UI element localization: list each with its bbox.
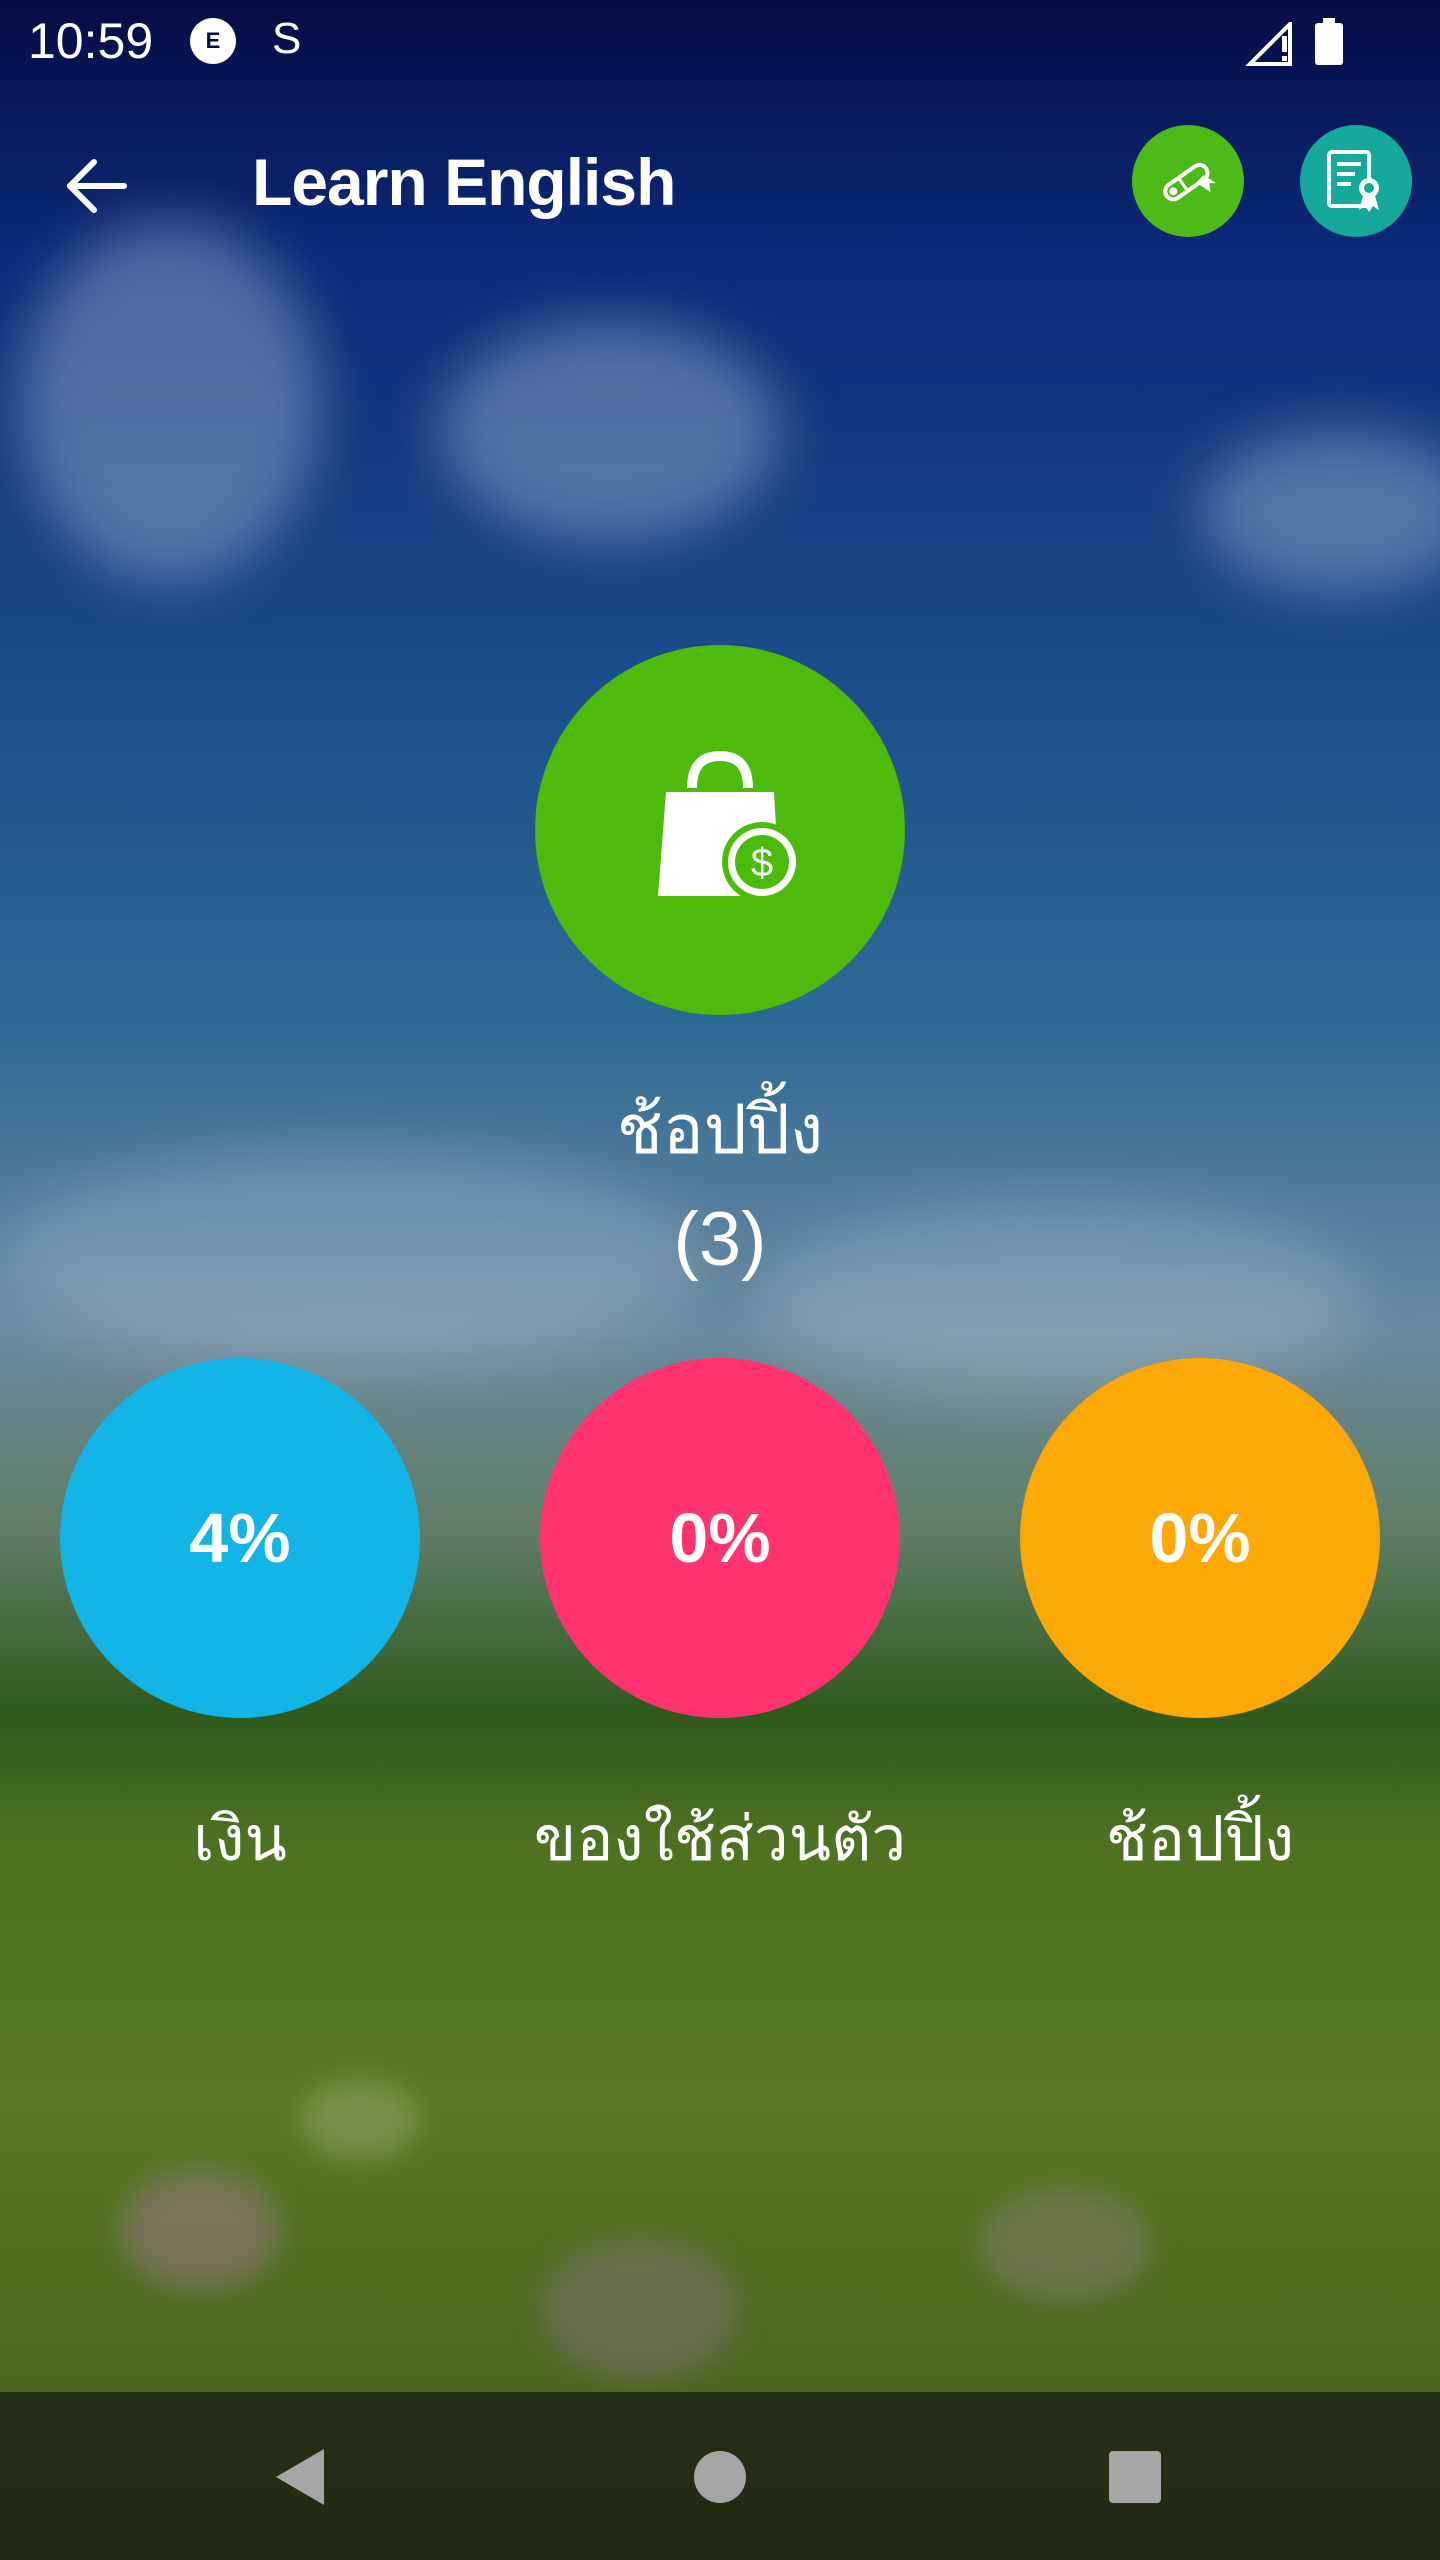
signal-alert-icon xyxy=(1244,19,1294,70)
category-name: ช้อปปิ้ง xyxy=(616,1091,824,1170)
e-chat-icon: E xyxy=(190,18,236,64)
progress-value: 0% xyxy=(669,1499,771,1577)
nav-recents-button[interactable] xyxy=(1090,2432,1180,2522)
progress-value: 0% xyxy=(1149,1499,1251,1577)
system-nav-bar xyxy=(0,2392,1440,2560)
battery-icon xyxy=(1314,18,1344,70)
progress-value: 4% xyxy=(189,1499,291,1577)
nav-home-button[interactable] xyxy=(675,2432,765,2522)
lesson-progress-money[interactable]: 4% xyxy=(60,1358,420,1718)
lesson-label-shopping: ช้อปปิ้ง xyxy=(1105,1802,1295,1875)
status-time: 10:59 xyxy=(28,13,154,69)
diploma-icon xyxy=(1163,162,1217,202)
arrow-left-icon xyxy=(67,159,127,213)
category-count: (3) xyxy=(673,1197,767,1282)
back-button[interactable] xyxy=(56,146,136,226)
triangle-back-icon xyxy=(276,2449,324,2505)
circle-home-icon xyxy=(694,2451,746,2503)
lesson-label-money: เงิน xyxy=(193,1802,287,1875)
diploma-button[interactable] xyxy=(1132,125,1244,237)
square-recents-icon xyxy=(1109,2451,1161,2503)
category-icon-circle: $ xyxy=(535,645,905,1015)
s-app-icon: S xyxy=(272,14,302,63)
certificate-button[interactable] xyxy=(1300,125,1412,237)
shopping-bag-dollar-icon: $ xyxy=(658,750,802,902)
certificate-icon xyxy=(1327,150,1379,212)
app-bar: Learn English xyxy=(0,100,1440,270)
lesson-progress-shopping[interactable]: 0% xyxy=(1020,1358,1380,1718)
svg-text:$: $ xyxy=(751,841,773,885)
status-bar: 10:59 E S xyxy=(0,0,1440,84)
nav-back-button[interactable] xyxy=(255,2432,345,2522)
lesson-progress-personal-items[interactable]: 0% xyxy=(540,1358,900,1718)
page-title: Learn English xyxy=(252,145,676,219)
lesson-label-personal-items: ของใช้ส่วนตัว xyxy=(533,1802,907,1875)
